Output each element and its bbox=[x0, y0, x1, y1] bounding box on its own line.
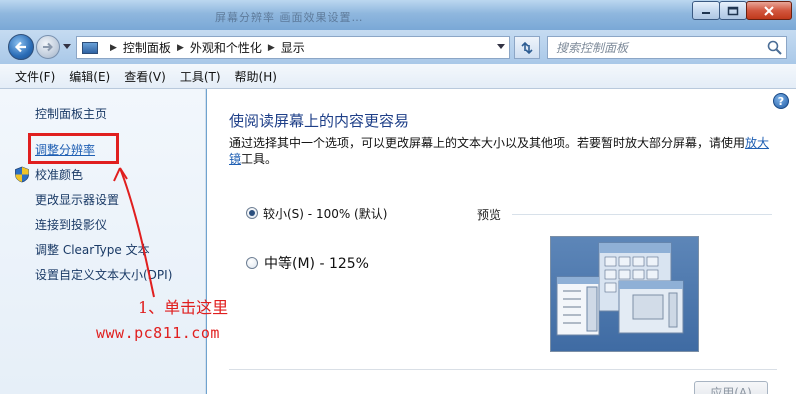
annotation-instruction: 1、单击这里 bbox=[138, 298, 229, 317]
watermark-url: www.pc811.com bbox=[96, 324, 220, 342]
